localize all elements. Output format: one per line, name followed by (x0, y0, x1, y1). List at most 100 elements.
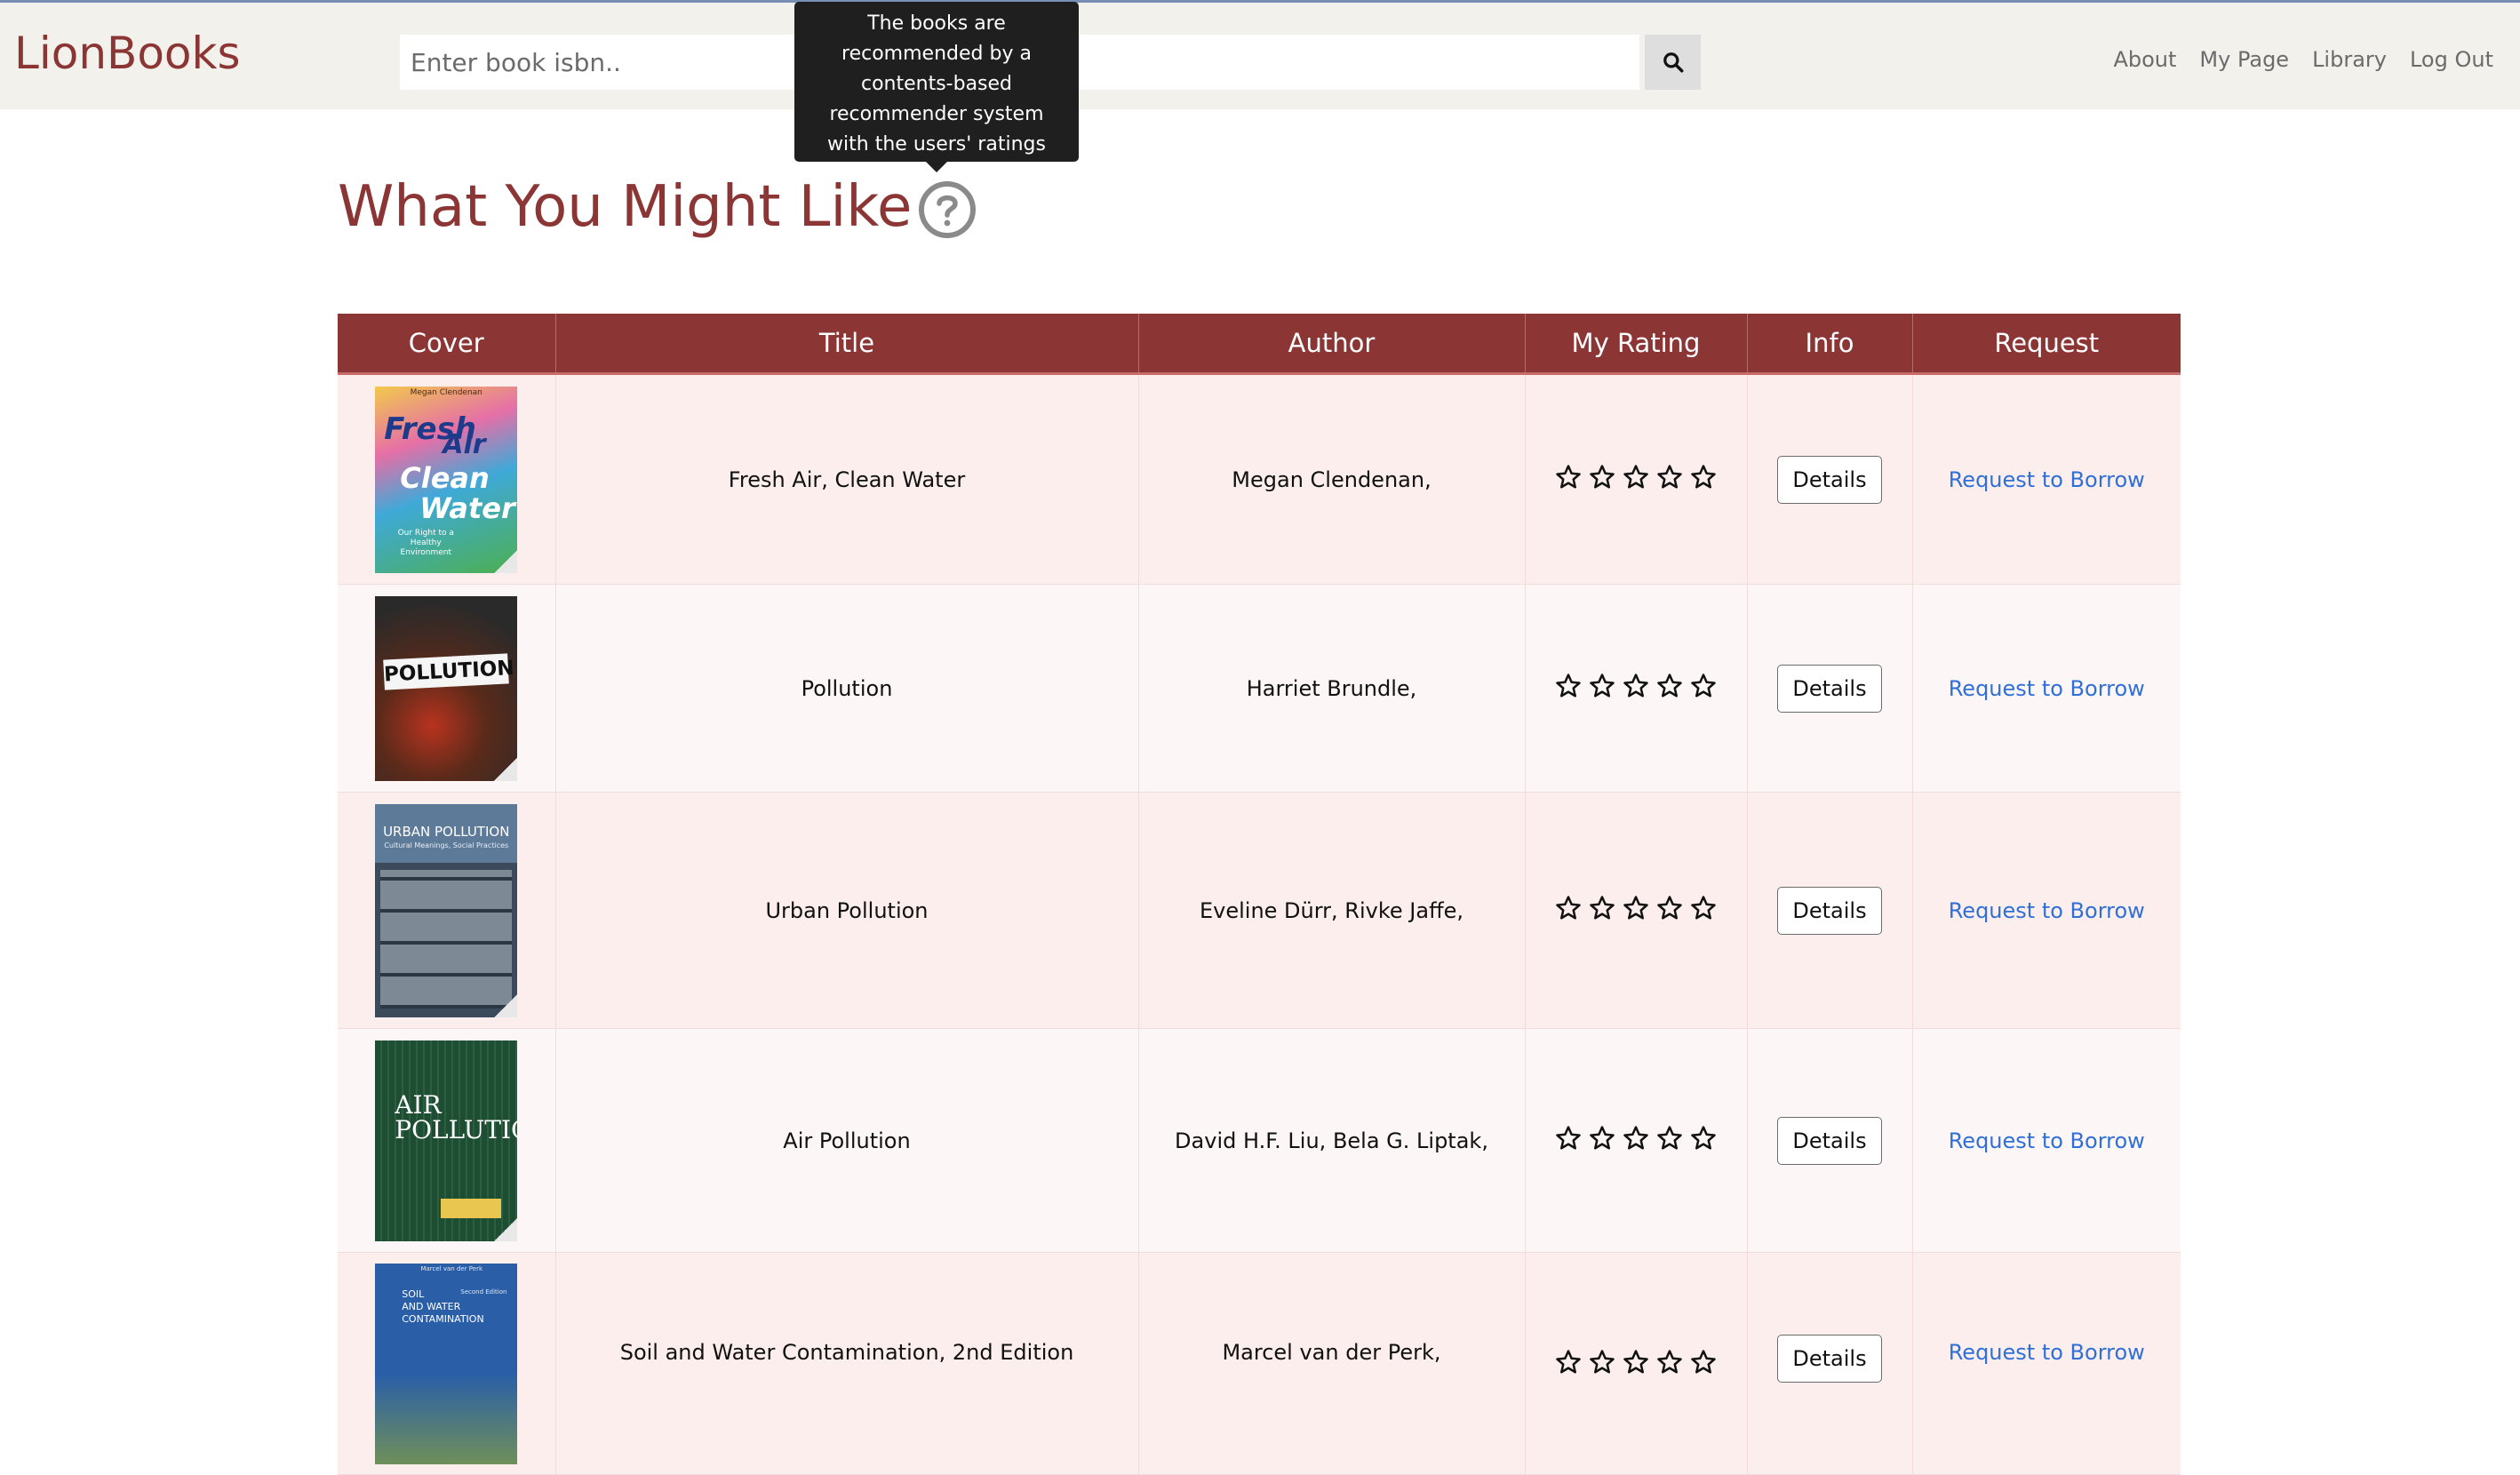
request-to-borrow-link[interactable]: Request to Borrow (1949, 1340, 2145, 1365)
request-cell: Request to Borrow (1912, 792, 2181, 1029)
book-cover-pollution[interactable]: POLLUTION (375, 595, 518, 781)
star-icon[interactable] (1589, 673, 1615, 699)
page-curl (494, 1217, 518, 1241)
title-cell: Air Pollution (555, 1028, 1139, 1253)
author-cell: Megan Clendenan, (1138, 373, 1526, 585)
info-cell: Details (1747, 373, 1913, 585)
star-rating[interactable] (1555, 895, 1717, 921)
question-circle-icon[interactable] (917, 179, 977, 240)
cover-title-line: AND WATER (402, 1301, 461, 1312)
cover-title-line: CONTAMINATION (402, 1313, 484, 1325)
author-cell: Marcel van der Perk, (1138, 1252, 1526, 1475)
star-icon[interactable] (1555, 1349, 1582, 1375)
cover-edition-text: Second Edition (460, 1288, 507, 1296)
cover-grid-image (380, 869, 513, 1009)
star-icon[interactable] (1690, 895, 1717, 921)
request-cell: Request to Borrow (1912, 373, 2181, 585)
star-icon[interactable] (1555, 464, 1582, 490)
nav-about-link[interactable]: About (2113, 47, 2176, 72)
star-icon[interactable] (1555, 1125, 1582, 1152)
cover-label (441, 1198, 502, 1218)
star-icon[interactable] (1589, 895, 1615, 921)
navbar: LionBooks About My Page Library Log Out (0, 3, 2520, 109)
star-icon[interactable] (1589, 1349, 1615, 1375)
page-title: What You Might Like (338, 174, 913, 240)
nav-log-out-link[interactable]: Log Out (2410, 47, 2493, 72)
recommendation-tooltip: The books are recommended by a contents-… (794, 2, 1079, 172)
star-icon[interactable] (1656, 464, 1683, 490)
star-icon[interactable] (1690, 1125, 1717, 1152)
request-cell: Request to Borrow (1912, 1028, 2181, 1253)
nav-links: About My Page Library Log Out (2113, 47, 2493, 72)
cover-cell: AIR POLLUTION (338, 1028, 556, 1253)
title-cell: Pollution (555, 584, 1139, 793)
cover-title-line: Clean (400, 460, 490, 495)
star-icon[interactable] (1690, 673, 1717, 699)
title-cell: Fresh Air, Clean Water (555, 373, 1139, 585)
star-icon[interactable] (1623, 464, 1649, 490)
star-icon[interactable] (1690, 1349, 1717, 1375)
cover-cell: Marcel van der Perk Second Edition SOIL … (338, 1252, 556, 1475)
nav-library-link[interactable]: Library (2312, 47, 2387, 72)
details-button[interactable]: Details (1777, 1335, 1882, 1383)
cover-tagline-text: Our Right to a Healthy Environment (397, 528, 454, 557)
star-icon[interactable] (1589, 1125, 1615, 1152)
star-rating[interactable] (1555, 464, 1717, 490)
table-row: Marcel van der Perk Second Edition SOIL … (338, 1252, 2181, 1475)
star-icon[interactable] (1656, 1349, 1683, 1375)
info-cell: Details (1747, 792, 1913, 1029)
table-row: URBAN POLLUTION Cultural Meanings, Socia… (338, 792, 2181, 1029)
details-button[interactable]: Details (1777, 455, 1882, 504)
page-curl (494, 757, 518, 781)
request-cell: Request to Borrow (1912, 584, 2181, 793)
book-cover-fresh-air-clean-water[interactable]: Megan Clendenan Fresh Air Clean Water Ou… (375, 386, 518, 573)
request-to-borrow-link[interactable]: Request to Borrow (1949, 1128, 2145, 1153)
rating-cell (1525, 584, 1748, 793)
rating-cell (1525, 1252, 1748, 1475)
star-icon[interactable] (1623, 673, 1649, 699)
cover-subtitle-line: Cultural Meanings, Social Practices (384, 841, 509, 849)
nav-my-page-link[interactable]: My Page (2199, 47, 2289, 72)
star-icon[interactable] (1589, 464, 1615, 490)
star-icon[interactable] (1623, 1125, 1649, 1152)
cover-title-line: POLLUTION (383, 652, 514, 690)
star-icon[interactable] (1623, 895, 1649, 921)
table-row: AIR POLLUTION Air Pollution David H.F. L… (338, 1028, 2181, 1253)
author-cell: Eveline Dürr, Rivke Jaffe, (1138, 792, 1526, 1029)
star-icon[interactable] (1656, 1125, 1683, 1152)
star-icon[interactable] (1555, 895, 1582, 921)
request-to-borrow-link[interactable]: Request to Borrow (1949, 467, 2145, 492)
star-rating[interactable] (1555, 1125, 1717, 1152)
column-header-info: Info (1747, 314, 1913, 375)
rating-cell (1525, 1028, 1748, 1253)
details-button[interactable]: Details (1777, 886, 1882, 935)
cover-cell: Megan Clendenan Fresh Air Clean Water Ou… (338, 373, 556, 585)
brand-logo[interactable]: LionBooks (14, 28, 241, 79)
book-cover-air-pollution[interactable]: AIR POLLUTION (375, 1040, 518, 1241)
star-rating[interactable] (1555, 673, 1717, 699)
details-button[interactable]: Details (1777, 664, 1882, 713)
column-header-author: Author (1138, 314, 1526, 375)
request-to-borrow-link[interactable]: Request to Borrow (1949, 676, 2145, 701)
details-button[interactable]: Details (1777, 1116, 1882, 1165)
table-row: Megan Clendenan Fresh Air Clean Water Ou… (338, 373, 2181, 585)
star-icon[interactable] (1623, 1349, 1649, 1375)
page-curl (494, 993, 518, 1017)
title-cell: Soil and Water Contamination, 2nd Editio… (555, 1252, 1139, 1475)
info-cell: Details (1747, 584, 1913, 793)
cover-title-line: URBAN POLLUTION (383, 823, 510, 840)
star-icon[interactable] (1690, 464, 1717, 490)
title-cell: Urban Pollution (555, 792, 1139, 1029)
book-cover-urban-pollution[interactable]: URBAN POLLUTION Cultural Meanings, Socia… (375, 803, 518, 1017)
author-cell: Harriet Brundle, (1138, 584, 1526, 793)
book-cover-soil-and-water-contamination[interactable]: Marcel van der Perk Second Edition SOIL … (375, 1264, 518, 1464)
star-icon[interactable] (1555, 673, 1582, 699)
table-header-row: Cover Title Author My Rating Info Reques… (338, 314, 2181, 375)
search-icon (1663, 52, 1683, 73)
request-to-borrow-link[interactable]: Request to Borrow (1949, 898, 2145, 923)
search-button[interactable] (1645, 35, 1701, 90)
star-icon[interactable] (1656, 895, 1683, 921)
star-icon[interactable] (1656, 673, 1683, 699)
cover-title-line: Air (443, 428, 486, 460)
star-rating[interactable] (1555, 1349, 1717, 1375)
